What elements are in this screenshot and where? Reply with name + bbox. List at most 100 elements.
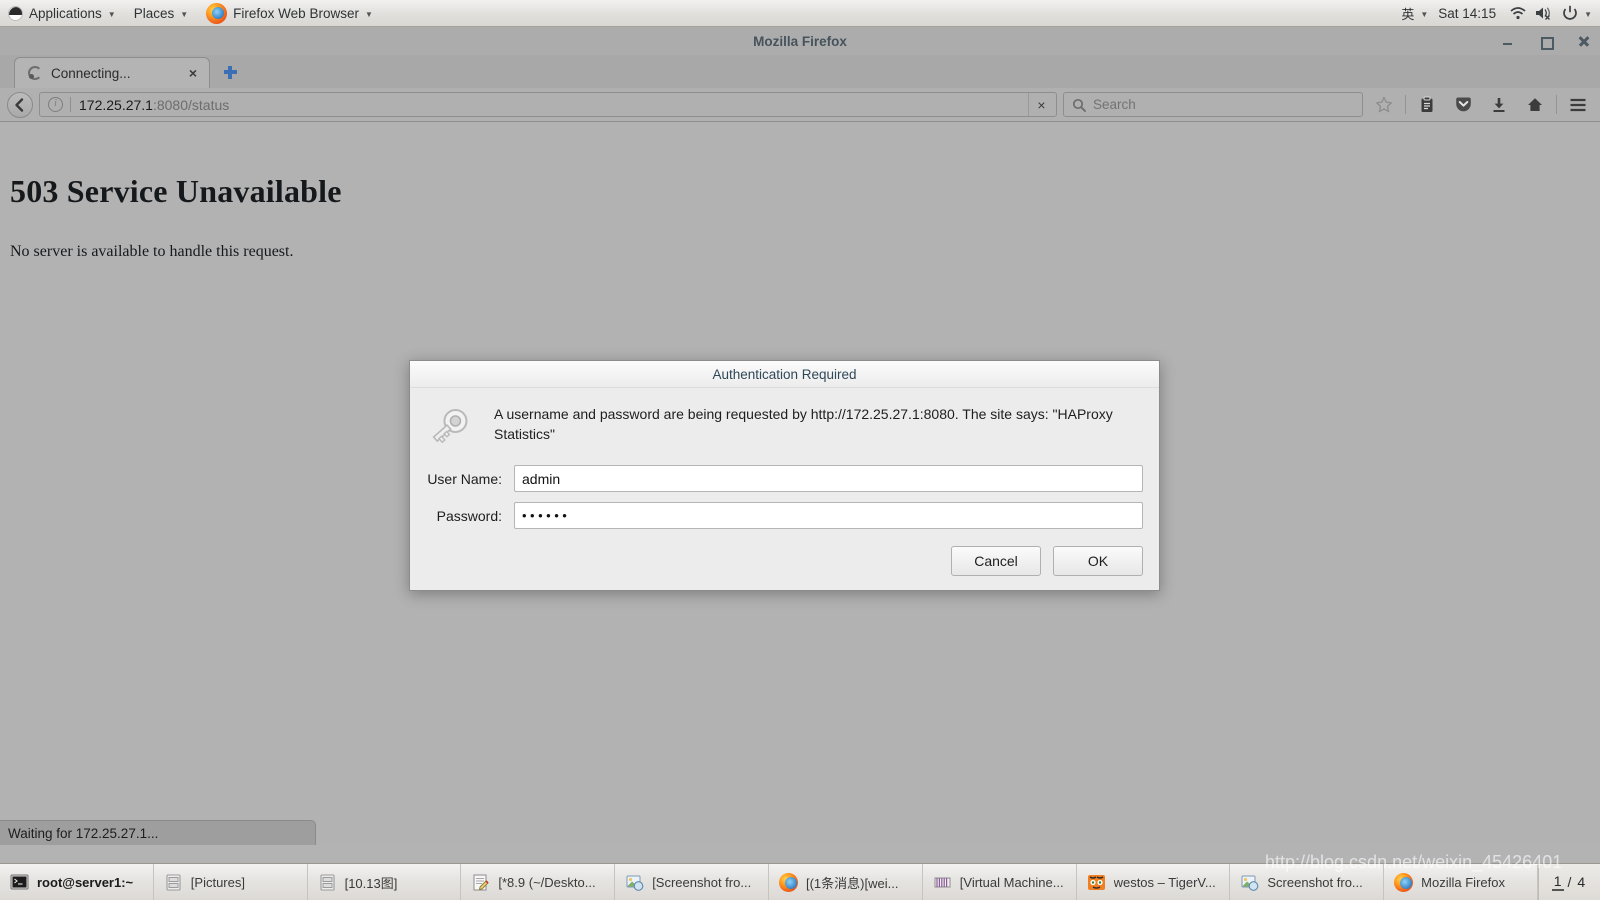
firefox-icon xyxy=(1394,872,1414,892)
volume-muted-icon[interactable] xyxy=(1534,4,1554,22)
password-row: Password: •••••• xyxy=(426,502,1143,529)
site-info-icon[interactable]: i xyxy=(48,97,63,112)
dialog-title: Authentication Required xyxy=(712,366,857,382)
taskbar-item-label: [Virtual Machine... xyxy=(959,874,1064,890)
window-controls xyxy=(1502,27,1590,55)
tab-strip: Connecting... × xyxy=(0,55,1600,88)
panel-right-group: 英 ▼ Sat 14:15 ▼ xyxy=(1391,0,1600,26)
page-title: 503 Service Unavailable xyxy=(10,173,342,209)
image-viewer-icon xyxy=(626,875,644,891)
downloads-icon[interactable] xyxy=(1484,91,1514,119)
chevron-down-icon: ▼ xyxy=(107,9,116,19)
username-input[interactable]: admin xyxy=(514,465,1143,492)
file-manager-icon xyxy=(166,873,181,891)
authentication-dialog: Authentication Required A username and p… xyxy=(409,360,1160,591)
firefox-window: Mozilla Firefox Connecting... × i 172.25… xyxy=(0,27,1600,845)
input-method-label[interactable]: 英 xyxy=(1391,4,1418,23)
file-manager-icon xyxy=(320,873,335,891)
taskbar-item-label: westos – TigerV... xyxy=(1113,874,1216,890)
window-titlebar: Mozilla Firefox xyxy=(0,27,1600,55)
chevron-down-icon[interactable]: ▼ xyxy=(1420,10,1428,19)
gnome-top-panel: Applications ▼ Places ▼ Firefox Web Brow… xyxy=(0,0,1600,27)
taskbar-item-screenshot-1[interactable]: [Screenshot fro... xyxy=(615,864,769,900)
dialog-message: A username and password are being reques… xyxy=(494,406,1113,443)
taskbar-item-firefox-csdn[interactable]: [(1条消息)[wei... xyxy=(769,864,923,900)
password-input[interactable]: •••••• xyxy=(514,502,1143,529)
applications-menu[interactable]: Applications ▼ xyxy=(0,0,125,26)
taskbar-item-tigervnc[interactable]: westos – TigerV... xyxy=(1077,864,1231,900)
power-icon[interactable] xyxy=(1560,4,1580,22)
firefox-icon xyxy=(778,872,798,892)
tab-close-icon[interactable]: × xyxy=(185,65,201,81)
taskbar-item-folder-1013[interactable]: [10.13图] xyxy=(308,864,462,900)
browser-tab[interactable]: Connecting... × xyxy=(14,57,210,88)
wifi-icon[interactable] xyxy=(1508,4,1528,22)
ok-button[interactable]: OK xyxy=(1053,546,1143,576)
taskbar-item-label: [10.13图] xyxy=(344,875,398,891)
chevron-down-icon: ▼ xyxy=(180,9,189,19)
url-path: :8080/status xyxy=(152,96,230,113)
key-icon xyxy=(426,400,478,453)
virt-manager-icon xyxy=(934,877,951,887)
taskbar-item-text-editor[interactable]: [*8.9 (~/Deskto... xyxy=(461,864,616,900)
toolbar-divider xyxy=(1556,95,1557,114)
taskbar-item-mozilla-firefox[interactable]: Mozilla Firefox xyxy=(1384,864,1538,900)
home-icon[interactable] xyxy=(1520,91,1550,119)
new-tab-button[interactable] xyxy=(217,59,243,85)
dialog-header: Authentication Required xyxy=(410,361,1159,388)
taskbar-item-label: [(1条消息)[wei... xyxy=(805,875,899,891)
terminal-icon xyxy=(10,874,29,889)
cancel-button[interactable]: Cancel xyxy=(951,546,1041,576)
username-row: User Name: admin xyxy=(426,465,1143,492)
clock-label[interactable]: Sat 14:15 xyxy=(1430,6,1504,21)
taskbar-item-pictures[interactable]: [Pictures] xyxy=(154,864,308,900)
url-divider xyxy=(70,97,71,112)
applications-menu-label: Applications xyxy=(29,5,102,21)
tab-label: Connecting... xyxy=(51,65,131,81)
places-menu-label: Places xyxy=(133,5,175,21)
places-menu[interactable]: Places ▼ xyxy=(125,0,197,26)
firefox-window-menu-label: Firefox Web Browser xyxy=(233,5,359,21)
close-button[interactable] xyxy=(1578,34,1590,48)
plus-icon xyxy=(223,65,237,79)
stop-loading-button[interactable]: × xyxy=(1028,93,1054,116)
taskbar-item-screenshot-2[interactable]: Screenshot fro... xyxy=(1230,864,1385,900)
taskbar-item-label: Mozilla Firefox xyxy=(1421,874,1505,890)
url-bar[interactable]: i 172.25.27.1:8080/status × xyxy=(39,92,1057,117)
status-text: Waiting for 172.25.27.1... xyxy=(0,820,316,845)
search-input[interactable]: Search xyxy=(1093,97,1136,112)
workspace-current: 1 xyxy=(1551,873,1564,891)
reader-list-icon[interactable] xyxy=(1412,91,1442,119)
dialog-footer: Cancel OK xyxy=(410,539,1159,590)
password-label: Password: xyxy=(436,507,502,524)
panel-left-group: Applications ▼ Places ▼ Firefox Web Brow… xyxy=(0,0,382,26)
search-bar[interactable]: Search xyxy=(1063,92,1363,117)
toolbar-divider xyxy=(1405,95,1406,114)
taskbar-item-terminal[interactable]: root@server1:~ xyxy=(0,864,154,900)
firefox-window-menu[interactable]: Firefox Web Browser ▼ xyxy=(197,0,382,26)
taskbar-item-label: [Screenshot fro... xyxy=(652,874,752,890)
minimize-button[interactable] xyxy=(1502,34,1514,48)
loading-spinner-icon xyxy=(28,66,42,80)
navigation-toolbar: i 172.25.27.1:8080/status × Search xyxy=(0,88,1600,122)
firefox-icon xyxy=(206,2,228,24)
url-text: 172.25.27.1:8080/status xyxy=(79,97,229,113)
image-viewer-icon xyxy=(1241,875,1259,891)
taskbar-item-label: [Pictures] xyxy=(190,874,245,890)
dialog-body: A username and password are being reques… xyxy=(410,388,1159,453)
bookmark-star-icon[interactable] xyxy=(1369,91,1399,119)
url-host: 172.25.27.1 xyxy=(79,96,153,113)
search-icon xyxy=(1072,98,1086,112)
workspace-switcher[interactable]: 1 / 4 xyxy=(1537,864,1600,900)
desktop-screen: Applications ▼ Places ▼ Firefox Web Brow… xyxy=(0,0,1600,900)
back-button[interactable] xyxy=(7,91,33,118)
maximize-button[interactable] xyxy=(1540,34,1554,50)
taskbar-item-virtual-machine[interactable]: [Virtual Machine... xyxy=(923,864,1077,900)
page-body-text: No server is available to handle this re… xyxy=(10,243,294,260)
workspace-separator: / xyxy=(1567,874,1572,890)
pocket-icon[interactable] xyxy=(1448,91,1478,119)
menu-icon[interactable] xyxy=(1563,91,1593,119)
chevron-down-icon[interactable]: ▼ xyxy=(1584,10,1592,19)
fedora-logo-icon xyxy=(8,5,23,21)
window-list-taskbar: root@server1:~ [Pictures] [10.13图] [*8.9… xyxy=(0,863,1600,900)
